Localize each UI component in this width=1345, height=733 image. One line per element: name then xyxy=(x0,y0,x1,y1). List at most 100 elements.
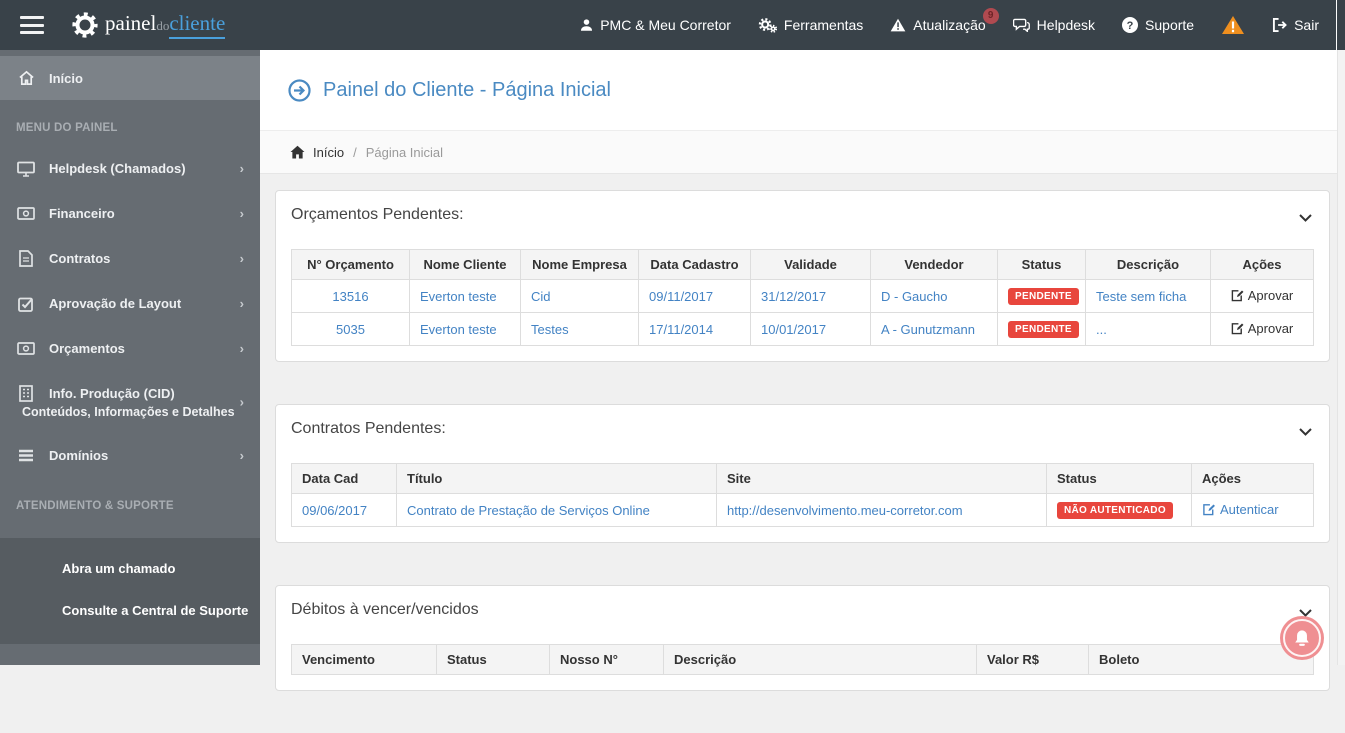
status-badge: PENDENTE xyxy=(1008,321,1079,338)
table-header-row: Vencimento Status Nosso N° Descrição Val… xyxy=(292,645,1314,675)
panel-title: Débitos à vencer/vencidos xyxy=(291,601,479,619)
nav-item-ferramentas[interactable]: Ferramentas xyxy=(758,17,863,33)
debitos-table: Vencimento Status Nosso N° Descrição Val… xyxy=(291,644,1314,675)
contrato-data-link[interactable]: 09/06/2017 xyxy=(302,503,367,518)
sidebar-item-info-producao-subtitle: Conteúdos, Informações e Detalhes xyxy=(16,405,244,419)
chevron-down-icon[interactable] xyxy=(1297,208,1314,227)
table-row: 09/06/2017 Contrato de Prestação de Serv… xyxy=(292,494,1314,527)
empresa-link[interactable]: Cid xyxy=(531,289,551,304)
sidebar: Início MENU DO PAINEL Helpdesk (Chamados… xyxy=(0,50,260,665)
chevron-right-icon: › xyxy=(240,341,244,356)
sidebar-item-financeiro[interactable]: Financeiro › xyxy=(0,191,260,236)
chevron-right-icon: › xyxy=(240,161,244,176)
pencil-square-icon xyxy=(1231,322,1244,335)
validade-link[interactable]: 31/12/2017 xyxy=(761,289,826,304)
check-square-icon xyxy=(16,296,36,312)
pencil-square-icon xyxy=(1202,503,1216,516)
scrollbar[interactable] xyxy=(1337,50,1345,665)
table-row: 13516 Everton teste Cid 09/11/2017 31/12… xyxy=(292,280,1314,313)
user-icon xyxy=(580,18,593,32)
question-circle-icon: ? xyxy=(1122,17,1138,33)
sidebar-link-abra-chamado[interactable]: Abra um chamado xyxy=(0,548,260,590)
home-icon xyxy=(16,70,36,86)
descricao-link[interactable]: ... xyxy=(1096,322,1107,337)
top-navbar: paineldocliente PMC & Meu Corretor Ferra… xyxy=(0,0,1345,50)
sidebar-section-support: ATENDIMENTO & SUPORTE xyxy=(0,478,260,524)
contrato-titulo-link[interactable]: Contrato de Prestação de Serviços Online xyxy=(407,503,650,518)
nav-item-helpdesk[interactable]: Helpdesk xyxy=(1013,17,1095,33)
cliente-link[interactable]: Everton teste xyxy=(420,322,497,337)
nav-item-pmc[interactable]: PMC & Meu Corretor xyxy=(580,17,731,33)
home-icon xyxy=(290,145,305,159)
brand-logo[interactable]: paineldocliente xyxy=(72,11,225,39)
status-badge: NÃO AUTENTICADO xyxy=(1057,502,1173,519)
menu-toggle-icon[interactable] xyxy=(20,16,44,34)
panel-orcamentos-pendentes: Orçamentos Pendentes: N° Orçamento Nome … xyxy=(275,190,1330,362)
breadcrumb: Início / Página Inicial xyxy=(260,130,1345,174)
gear-logo-icon xyxy=(72,12,98,38)
monitor-icon xyxy=(16,161,36,177)
contrato-site-link[interactable]: http://desenvolvimento.meu-corretor.com xyxy=(727,503,963,518)
bell-icon xyxy=(1293,629,1311,648)
data-cadastro-link[interactable]: 17/11/2014 xyxy=(649,322,713,337)
chevron-right-icon: › xyxy=(240,296,244,311)
notifications-bell-button[interactable] xyxy=(1280,616,1324,660)
sign-out-icon xyxy=(1272,18,1287,32)
breadcrumb-current: Página Inicial xyxy=(366,145,443,160)
sidebar-item-dominios[interactable]: Domínios › xyxy=(0,433,260,478)
aprovar-button[interactable]: Aprovar xyxy=(1231,321,1294,336)
nav-item-sair[interactable]: Sair xyxy=(1272,17,1319,33)
page-title: Painel do Cliente - Página Inicial xyxy=(323,79,611,102)
data-cadastro-link[interactable]: 09/11/2017 xyxy=(649,289,713,304)
chevron-right-icon: › xyxy=(240,206,244,221)
sidebar-item-inicio[interactable]: Início xyxy=(0,56,260,100)
empresa-link[interactable]: Testes xyxy=(531,322,569,337)
sidebar-item-helpdesk-chamados[interactable]: Helpdesk (Chamados) › xyxy=(0,146,260,191)
panel-contratos-pendentes: Contratos Pendentes: Data Cad Título Sit… xyxy=(275,404,1330,543)
breadcrumb-separator: / xyxy=(353,145,357,160)
table-header-row: N° Orçamento Nome Cliente Nome Empresa D… xyxy=(292,250,1314,280)
pencil-square-icon xyxy=(1231,289,1244,302)
sidebar-item-aprovacao-layout[interactable]: Aprovação de Layout › xyxy=(0,281,260,326)
money-icon xyxy=(16,342,36,355)
table-header-row: Data Cad Título Site Status Ações xyxy=(292,464,1314,494)
vendedor-link[interactable]: A - Gunutzmann xyxy=(881,322,975,337)
orcamento-numero-link[interactable]: 13516 xyxy=(332,289,368,304)
breadcrumb-home-link[interactable]: Início xyxy=(290,145,344,160)
alert-warning-icon[interactable] xyxy=(1221,15,1245,35)
nav-item-suporte[interactable]: ? Suporte xyxy=(1122,17,1194,33)
money-icon xyxy=(16,207,36,220)
cliente-link[interactable]: Everton teste xyxy=(420,289,497,304)
chevron-right-icon: › xyxy=(240,251,244,266)
sidebar-support-panel: Abra um chamado Consulte a Central de Su… xyxy=(0,538,260,644)
brand-part-cliente: cliente xyxy=(169,11,225,39)
orcamento-numero-link[interactable]: 5035 xyxy=(336,322,365,337)
vendedor-link[interactable]: D - Gaucho xyxy=(881,289,947,304)
circle-arrow-right-icon xyxy=(288,79,311,102)
notification-count-badge: 9 xyxy=(983,8,999,24)
validade-link[interactable]: 10/01/2017 xyxy=(761,322,826,337)
panel-title: Orçamentos Pendentes: xyxy=(291,206,464,224)
chevron-right-icon: › xyxy=(240,395,244,410)
descricao-link[interactable]: Teste sem ficha xyxy=(1096,289,1186,304)
page-header: Painel do Cliente - Página Inicial xyxy=(260,50,1345,130)
chevron-down-icon[interactable] xyxy=(1297,422,1314,441)
gears-icon xyxy=(758,17,777,33)
sidebar-link-central-suporte[interactable]: Consulte a Central de Suporte xyxy=(0,590,260,632)
building-icon xyxy=(16,385,36,402)
sidebar-item-orcamentos[interactable]: Orçamentos › xyxy=(0,326,260,371)
chat-icon xyxy=(1013,18,1030,32)
svg-text:?: ? xyxy=(1127,20,1134,32)
aprovar-button[interactable]: Aprovar xyxy=(1231,288,1294,303)
panel-title: Contratos Pendentes: xyxy=(291,420,446,438)
sidebar-item-contratos[interactable]: Contratos › xyxy=(0,236,260,281)
orcamentos-table: N° Orçamento Nome Cliente Nome Empresa D… xyxy=(291,249,1314,346)
brand-part-do: do xyxy=(156,18,169,34)
brand-part-painel: painel xyxy=(105,11,156,36)
autenticar-button[interactable]: Autenticar xyxy=(1202,502,1279,517)
table-row: 5035 Everton teste Testes 17/11/2014 10/… xyxy=(292,313,1314,346)
sidebar-item-info-producao[interactable]: Info. Produção (CID) Conteúdos, Informaç… xyxy=(0,371,260,433)
file-icon xyxy=(16,250,36,267)
status-badge: PENDENTE xyxy=(1008,288,1079,305)
nav-item-atualizacao[interactable]: Atualização 9 xyxy=(890,17,985,33)
